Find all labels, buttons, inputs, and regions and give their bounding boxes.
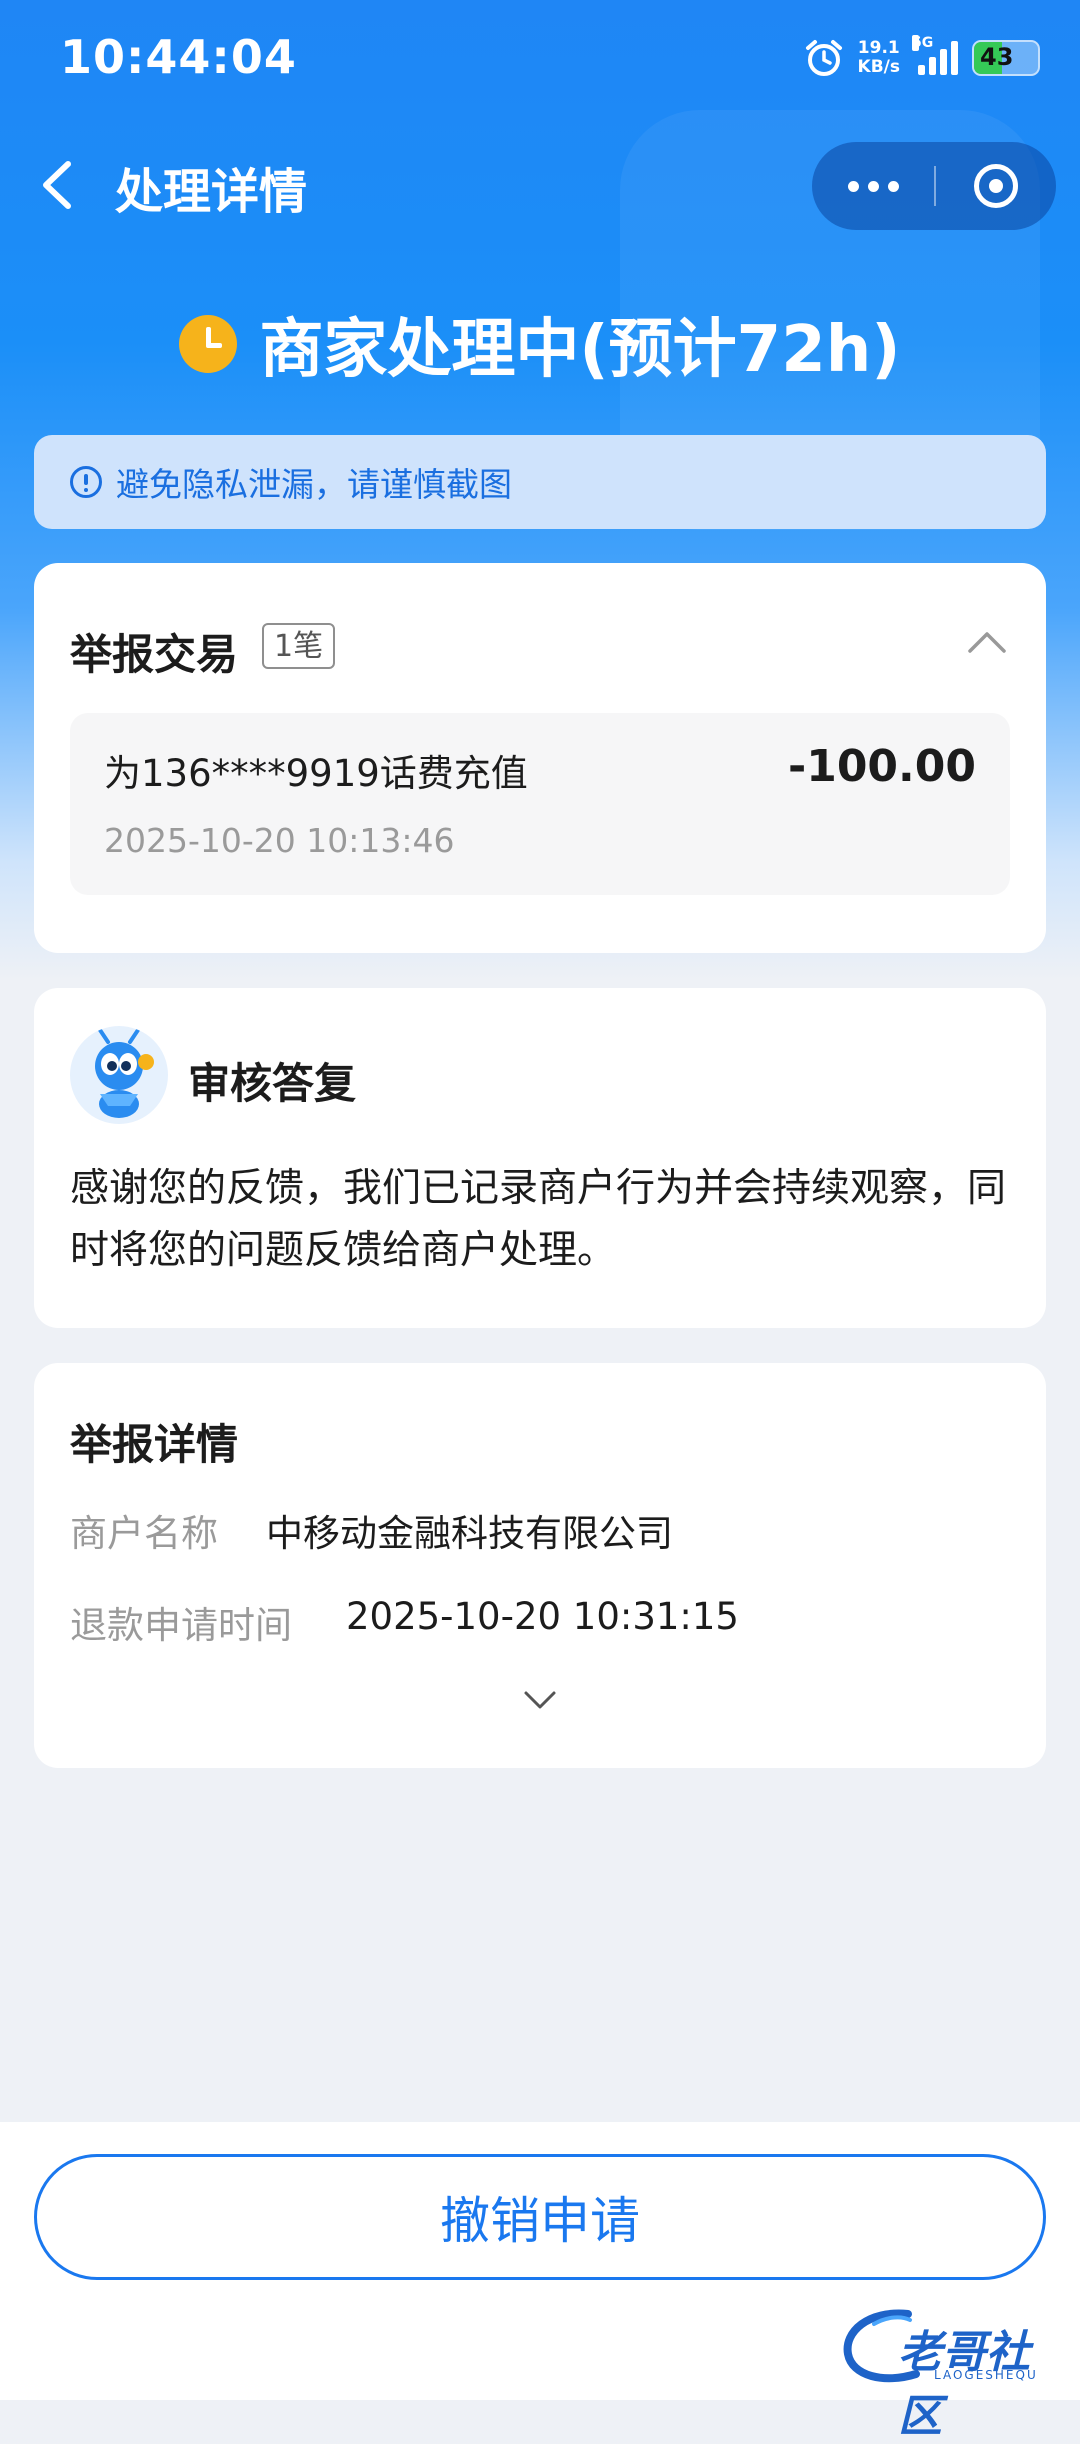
transaction-amount: -100.00 xyxy=(787,741,976,792)
alarm-icon xyxy=(805,40,842,76)
status-bar: 10:44:04 19.1 KB/s 5G 43 xyxy=(0,0,1080,120)
review-reply-card: 审核答复 感谢您的反馈，我们已记录商户行为并会持续观察，同时将您的问题反馈给商户… xyxy=(34,988,1046,1328)
signal-icon: 5G xyxy=(912,35,958,75)
watermark-subtext: LAOGESHEQU xyxy=(934,2368,1038,2382)
chevron-down-icon[interactable] xyxy=(518,1681,562,1721)
refund-time-label: 退款申请时间 xyxy=(70,1604,292,1647)
privacy-notice: 避免隐私泄漏，请谨慎截图 xyxy=(34,435,1046,529)
more-dots-icon xyxy=(847,180,859,192)
section-title: 举报详情 xyxy=(70,1420,239,1469)
network-type: 5G xyxy=(912,35,934,51)
count-badge: 1笔 xyxy=(262,623,336,669)
more-button[interactable] xyxy=(812,142,934,230)
clock-icon xyxy=(179,315,238,373)
refund-time-value: 2025-10-20 10:31:15 xyxy=(346,1595,739,1638)
network-speed-value: 19.1 xyxy=(857,38,900,58)
network-speed: 19.1 KB/s xyxy=(858,39,900,77)
site-watermark-logo: 老哥社区 LAOGESHEQU xyxy=(838,2302,1068,2442)
close-miniapp-button[interactable] xyxy=(936,142,1056,230)
battery-icon: 43 xyxy=(972,40,1040,76)
section-title: 举报交易 xyxy=(70,630,239,679)
merchant-value: 中移动金融科技有限公司 xyxy=(266,1512,673,1555)
page-title: 处理详情 xyxy=(115,164,308,220)
ant-mascot-avatar xyxy=(70,1026,168,1124)
battery-level: 43 xyxy=(980,43,1014,71)
status-icons: 19.1 KB/s 5G 43 xyxy=(804,34,1040,82)
back-arrow-icon[interactable] xyxy=(34,150,84,220)
cancel-application-button[interactable]: 撤销申请 xyxy=(34,2154,1046,2280)
network-speed-unit: KB/s xyxy=(857,57,900,77)
status-headline: 商家处理中(预计72h) xyxy=(0,298,1080,390)
section-title: 审核答复 xyxy=(188,1059,357,1108)
merchant-label: 商户名称 xyxy=(70,1512,218,1555)
miniapp-capsule xyxy=(812,142,1056,230)
status-text: 商家处理中(预计72h) xyxy=(259,313,901,387)
chevron-up-icon[interactable] xyxy=(964,621,1010,667)
notice-text: 避免隐私泄漏，请谨慎截图 xyxy=(116,465,512,504)
status-time: 10:44:04 xyxy=(60,30,297,84)
transaction-item[interactable]: 为136****9919话费充值 -100.00 2025-10-20 10:1… xyxy=(70,713,1010,895)
transaction-name: 为136****9919话费充值 xyxy=(104,752,528,795)
transaction-time: 2025-10-20 10:13:46 xyxy=(104,821,455,860)
reply-text: 感谢您的反馈，我们已记录商户行为并会持续观察，同时将您的问题反馈给商户处理。 xyxy=(70,1166,1007,1273)
bottom-action-bar: 撤销申请 老哥社区 LAOGESHEQU xyxy=(0,2122,1080,2442)
report-details-card: 举报详情 商户名称 中移动金融科技有限公司 退款申请时间 2025-10-20 … xyxy=(34,1363,1046,1768)
report-transaction-card: 举报交易 1笔 为136****9919话费充值 -100.00 2025-10… xyxy=(34,563,1046,953)
target-icon xyxy=(974,164,1018,208)
info-icon xyxy=(70,466,102,498)
